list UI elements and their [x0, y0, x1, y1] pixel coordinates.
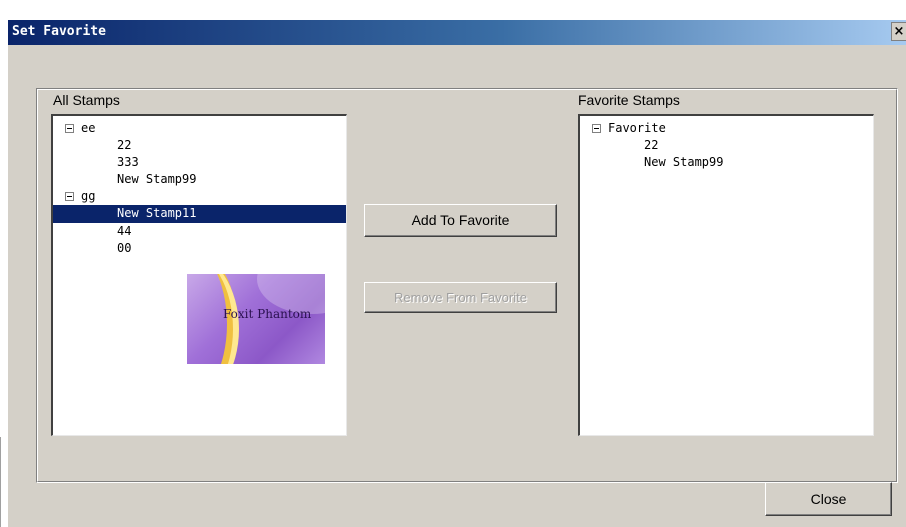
all-stamps-label: All Stamps: [53, 92, 120, 108]
tree-node-gg[interactable]: gg: [53, 188, 346, 205]
collapse-icon[interactable]: [65, 124, 74, 133]
set-favorite-dialog: All Stamps Favorite Stamps ee 22 333 New…: [8, 20, 906, 527]
tree-item[interactable]: 00: [53, 240, 346, 257]
tree-item[interactable]: New Stamp99: [53, 171, 346, 188]
close-button[interactable]: Close: [765, 482, 892, 516]
title-bar: Set Favorite ×: [8, 20, 906, 45]
tree-item[interactable]: 22: [53, 137, 346, 154]
tree-node-ee[interactable]: ee: [53, 120, 346, 137]
stamp-preview-image: Foxit Phantom: [187, 274, 325, 364]
dialog-title: Set Favorite: [12, 24, 106, 39]
stamp-preview-text: Foxit Phantom: [223, 307, 312, 321]
favorite-stamps-tree[interactable]: Favorite 22 New Stamp99: [578, 114, 874, 436]
tree-item[interactable]: 44: [53, 223, 346, 240]
close-icon[interactable]: ×: [891, 22, 906, 41]
tree-node-favorite[interactable]: Favorite: [580, 120, 873, 137]
tree-item[interactable]: 22: [580, 137, 873, 154]
tree-item-selected[interactable]: New Stamp11: [53, 205, 346, 223]
favorite-stamps-label: Favorite Stamps: [578, 92, 680, 108]
add-to-favorite-button[interactable]: Add To Favorite: [364, 204, 557, 237]
tree-item[interactable]: New Stamp99: [580, 154, 873, 171]
tree-item[interactable]: 333: [53, 154, 346, 171]
all-stamps-tree[interactable]: ee 22 333 New Stamp99 gg New Stamp11 44 …: [51, 114, 347, 436]
collapse-icon[interactable]: [592, 124, 601, 133]
collapse-icon[interactable]: [65, 192, 74, 201]
remove-from-favorite-button[interactable]: Remove From Favorite: [364, 282, 557, 313]
